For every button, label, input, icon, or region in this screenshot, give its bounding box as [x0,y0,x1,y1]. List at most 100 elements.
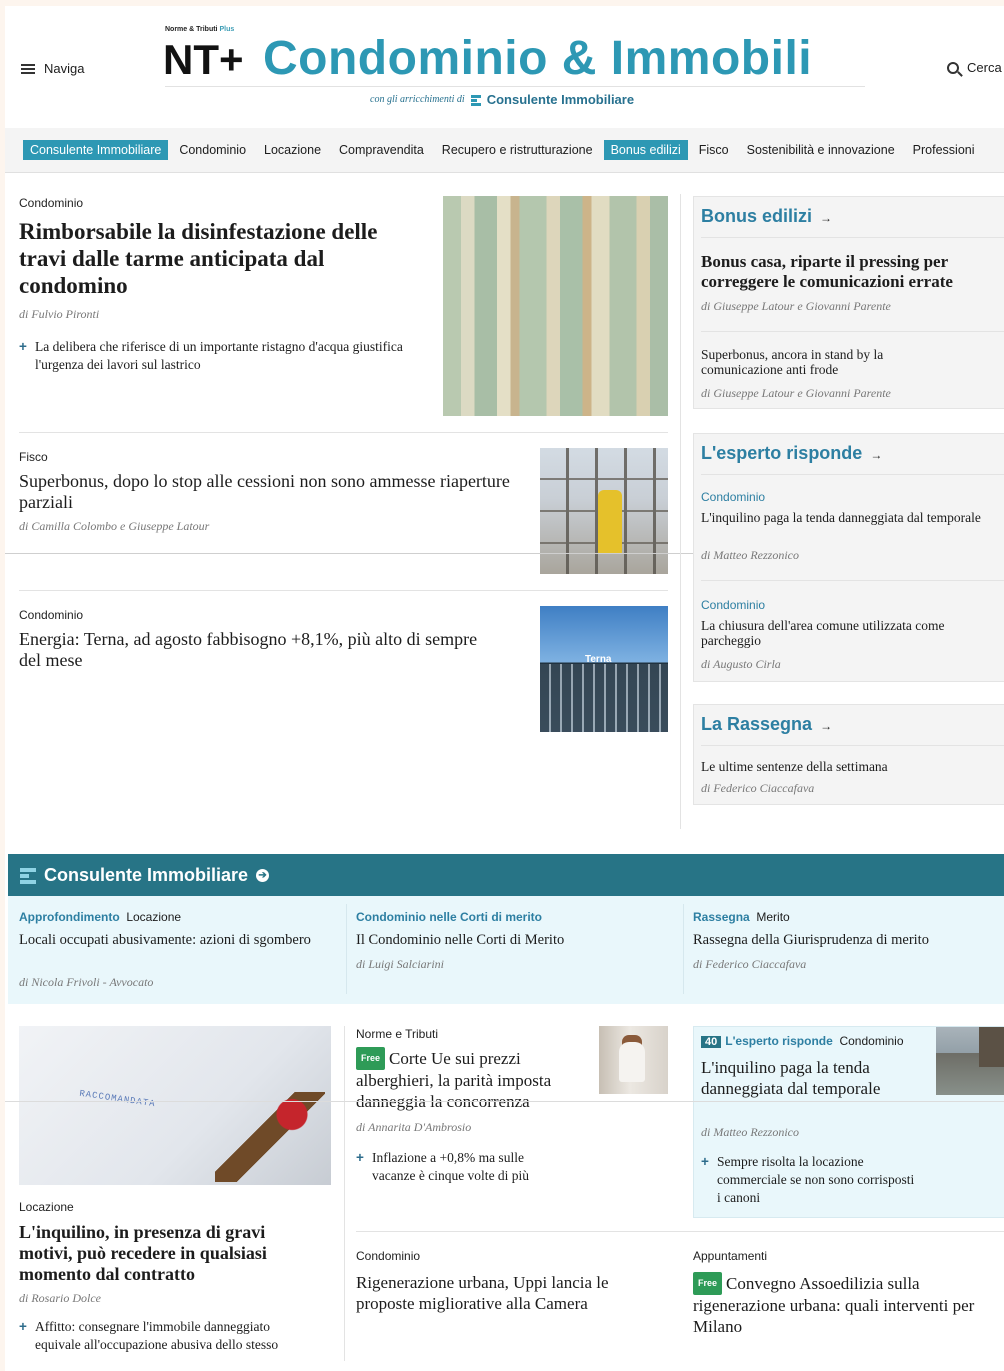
consulente-card-1[interactable]: Approfondimento Locazione Locali occupat… [19,896,339,996]
rassegna-section-title[interactable]: La Rassegna → [701,714,832,735]
bottom-right-author: di Matteo Rezzonico [701,1125,799,1139]
brand-divider [165,86,865,87]
bottom-middle-image[interactable] [599,1026,668,1094]
card3-category[interactable]: Rassegna Merito [693,910,790,924]
nav-item-compravendita[interactable]: Compravendita [332,140,431,160]
consulente-logo-icon [470,94,481,106]
card2-category[interactable]: Condominio nelle Corti di merito [356,910,542,924]
brand-title[interactable]: Condominio & Immobili [263,31,812,86]
story3-image-text: Terna [585,654,612,665]
nt-plus-logo[interactable]: NT+ [163,36,253,84]
arrow-right-icon: → [820,211,833,225]
esperto-section-title[interactable]: L'esperto risponde → [701,443,882,464]
nav-item-locazione[interactable]: Locazione [257,140,328,160]
free-badge: Free [693,1272,723,1295]
card-divider [346,904,347,994]
bottom-right-title[interactable]: L'inquilino paga la tenda danneggiata da… [701,1057,921,1099]
story3-image[interactable]: Terna [540,606,668,732]
search-button[interactable]: Cerca [947,60,1002,75]
menu-label: Naviga [44,61,85,76]
esperto-box: L'esperto risponde → Condominio L'inquili… [693,433,1004,682]
consulente-band[interactable]: Consulente Immobiliare ➔ [8,854,1004,896]
menu-button[interactable]: Naviga [21,61,84,76]
bottom-middle2-story: Condominio Rigenerazione urbana, Uppi la… [356,1249,671,1314]
story3-title[interactable]: Energia: Terna, ad agosto fabbisogno +8,… [19,629,499,671]
card3-author: di Federico Ciaccafava [693,957,807,971]
bottom-right2-title[interactable]: Free Convegno Assoedilizia sulla rigenera… [693,1272,983,1337]
nav-item-condominio[interactable]: Condominio [172,140,253,160]
nav-item-professioni[interactable]: Professioni [906,140,982,160]
lead-category[interactable]: Condominio [19,196,419,210]
esperto-item-2-title[interactable]: La chiusura dell'area comune utilizzata … [701,618,1001,648]
consulente-card-3[interactable]: Rassegna Merito Rassegna della Giurispru… [693,896,1003,996]
bottom-middle-story: Norme e Tributi Free Corte Ue sui prezzi … [356,1027,556,1185]
story2-title[interactable]: Superbonus, dopo lo stop alle cessioni n… [19,471,519,513]
arrow-right-icon: → [820,719,833,733]
nav-item-recupero[interactable]: Recupero e ristrutturazione [435,140,600,160]
bottom-middle2-title[interactable]: Rigenerazione urbana, Uppi lancia le pro… [356,1272,671,1314]
column-divider [680,194,681,829]
bottom-right-header[interactable]: 40 L'esperto risponde Condominio [701,1034,904,1048]
esperto-item-1-category[interactable]: Condominio [701,490,765,504]
bottom-left-story: Locazione L'inquilino, in presenza di gr… [19,1200,319,1354]
story2-category[interactable]: Fisco [19,450,519,464]
menu-icon [21,63,35,74]
search-icon [947,61,959,74]
card1-category[interactable]: Approfondimento Locazione [19,910,181,924]
bottom-left-author: di Rosario Dolce [19,1291,101,1305]
arrow-right-icon: → [870,448,883,462]
search-label: Cerca [967,60,1002,75]
nav-item-consulente[interactable]: Consulente Immobiliare [23,140,169,160]
divider [356,1231,1004,1232]
overlay-line [5,1101,1004,1102]
consulente-band-title[interactable]: Consulente Immobiliare ➔ [20,865,270,886]
esperto-item-1-author: di Matteo Rezzonico [701,548,799,562]
bonus-item-1-author: di Giuseppe Latour e Giovanni Parente [701,299,891,313]
bottom-right-image[interactable] [936,1027,1004,1095]
story-2: Fisco Superbonus, dopo lo stop alle cess… [19,450,519,534]
bottom-middle-author: di Annarita D'Ambrosio [356,1120,472,1134]
card1-title[interactable]: Locali occupati abusivamente: azioni di … [19,932,319,949]
divider [701,331,1004,332]
bottom-middle-title[interactable]: Free Corte Ue sui prezzi alberghieri, la … [356,1047,556,1112]
esperto-item-1-title[interactable]: L'inquilino paga la tenda danneggiata da… [701,510,981,525]
bottom-middle-category[interactable]: Norme e Tributi [356,1027,556,1041]
bottom-middle-related-link[interactable]: Inflazione a +0,8% ma sulle vacanze è ci… [356,1149,556,1185]
page: Naviga Norme & Tributi Plus NT+ Condomin… [5,6,1004,1371]
bottom-middle2-category[interactable]: Condominio [356,1249,671,1263]
bonus-item-2-title[interactable]: Superbonus, ancora in stand by la comuni… [701,347,951,377]
consulente-card-2[interactable]: Condominio nelle Corti di merito Il Cond… [356,896,676,996]
divider [701,474,1004,475]
divider [701,580,1004,581]
bonus-section-title[interactable]: Bonus edilizi → [701,206,832,227]
card2-title[interactable]: Il Condominio nelle Corti di Merito [356,932,666,949]
card1-author: di Nicola Frivoli - Avvocato [19,975,154,989]
nav-item-bonus[interactable]: Bonus edilizi [603,140,688,160]
lead-title[interactable]: Rimborsabile la disinfestazione delle tr… [19,218,419,299]
lead-story: Condominio Rimborsabile la disinfestazio… [19,196,419,374]
logo-kicker: Norme & Tributi Plus [165,26,235,33]
lead-related-link[interactable]: La delibera che riferisce di un importan… [19,338,419,374]
bottom-right2-story: Appuntamenti Free Convegno Assoedilizia s… [693,1249,983,1337]
brand-subtitle[interactable]: con gli arricchimenti di Consulente Immo… [370,92,634,107]
bottom-right-related-link[interactable]: Sempre risolta la locazione commerciale … [701,1153,917,1207]
divider [19,432,668,433]
bottom-left-category[interactable]: Locazione [19,1200,319,1214]
esperto-item-2-category[interactable]: Condominio [701,598,765,612]
svg-text:NT+: NT+ [163,36,244,83]
story2-image[interactable] [540,448,668,574]
story-3: Condominio Energia: Terna, ad agosto fab… [19,608,499,671]
story3-category[interactable]: Condominio [19,608,499,622]
nav-item-sostenibilita[interactable]: Sostenibilità e innovazione [740,140,902,160]
bottom-right-box: 40 L'esperto risponde Condominio L'inquil… [693,1026,1004,1218]
bonus-item-1-title[interactable]: Bonus casa, riparte il pressing per corr… [701,252,1001,292]
bottom-left-title[interactable]: L'inquilino, in presenza di gravi motivi… [19,1222,319,1285]
rassegna-item-title[interactable]: Le ultime sentenze della settimana [701,759,888,775]
bottom-left-related-link[interactable]: Affitto: consegnare l'immobile danneggia… [19,1318,319,1354]
divider [19,590,668,591]
card3-title[interactable]: Rassegna della Giurisprudenza di merito [693,932,993,949]
lead-image[interactable] [443,196,668,416]
bottom-left-image[interactable]: RACCOMANDATA [19,1026,331,1185]
bottom-right2-category[interactable]: Appuntamenti [693,1249,983,1263]
nav-item-fisco[interactable]: Fisco [692,140,736,160]
